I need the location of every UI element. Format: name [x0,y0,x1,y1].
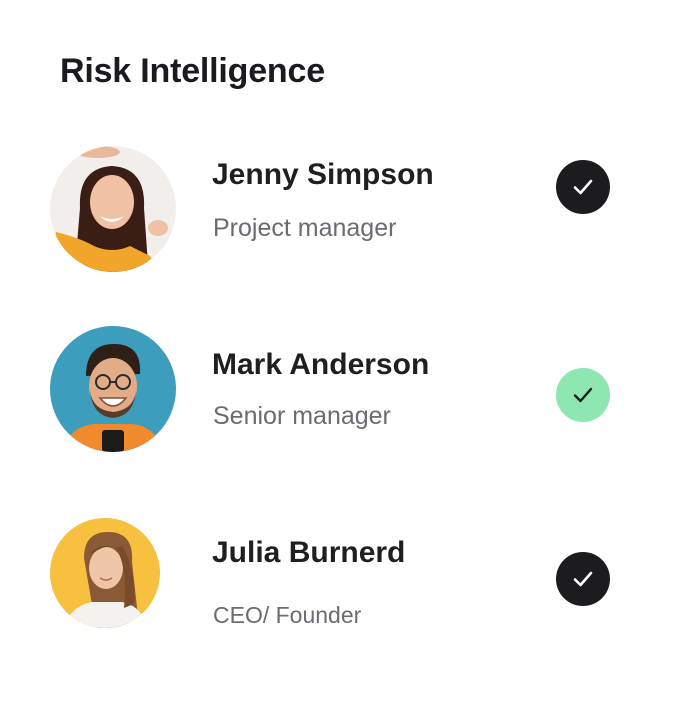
avatar [50,518,160,628]
member-name: Julia Burnerd [212,536,406,569]
list-item-jenny-simpson[interactable]: Jenny Simpson Project manager [50,146,630,276]
check-icon[interactable] [556,552,610,606]
check-icon[interactable] [556,160,610,214]
avatar [50,146,176,272]
avatar [50,326,176,452]
member-role: Project manager [213,214,397,242]
list-item-mark-anderson[interactable]: Mark Anderson Senior manager [50,326,630,456]
member-role: CEO/ Founder [213,602,362,628]
member-name: Mark Anderson [212,348,430,381]
member-role: Senior manager [213,402,391,430]
member-name: Jenny Simpson [212,158,434,191]
list-item-julia-burnerd[interactable]: Julia Burnerd CEO/ Founder [50,518,630,648]
check-icon[interactable] [556,368,610,422]
risk-intelligence-card: Risk Intelligence Jenny Simpson Project … [0,0,680,702]
page-title: Risk Intelligence [60,52,325,90]
